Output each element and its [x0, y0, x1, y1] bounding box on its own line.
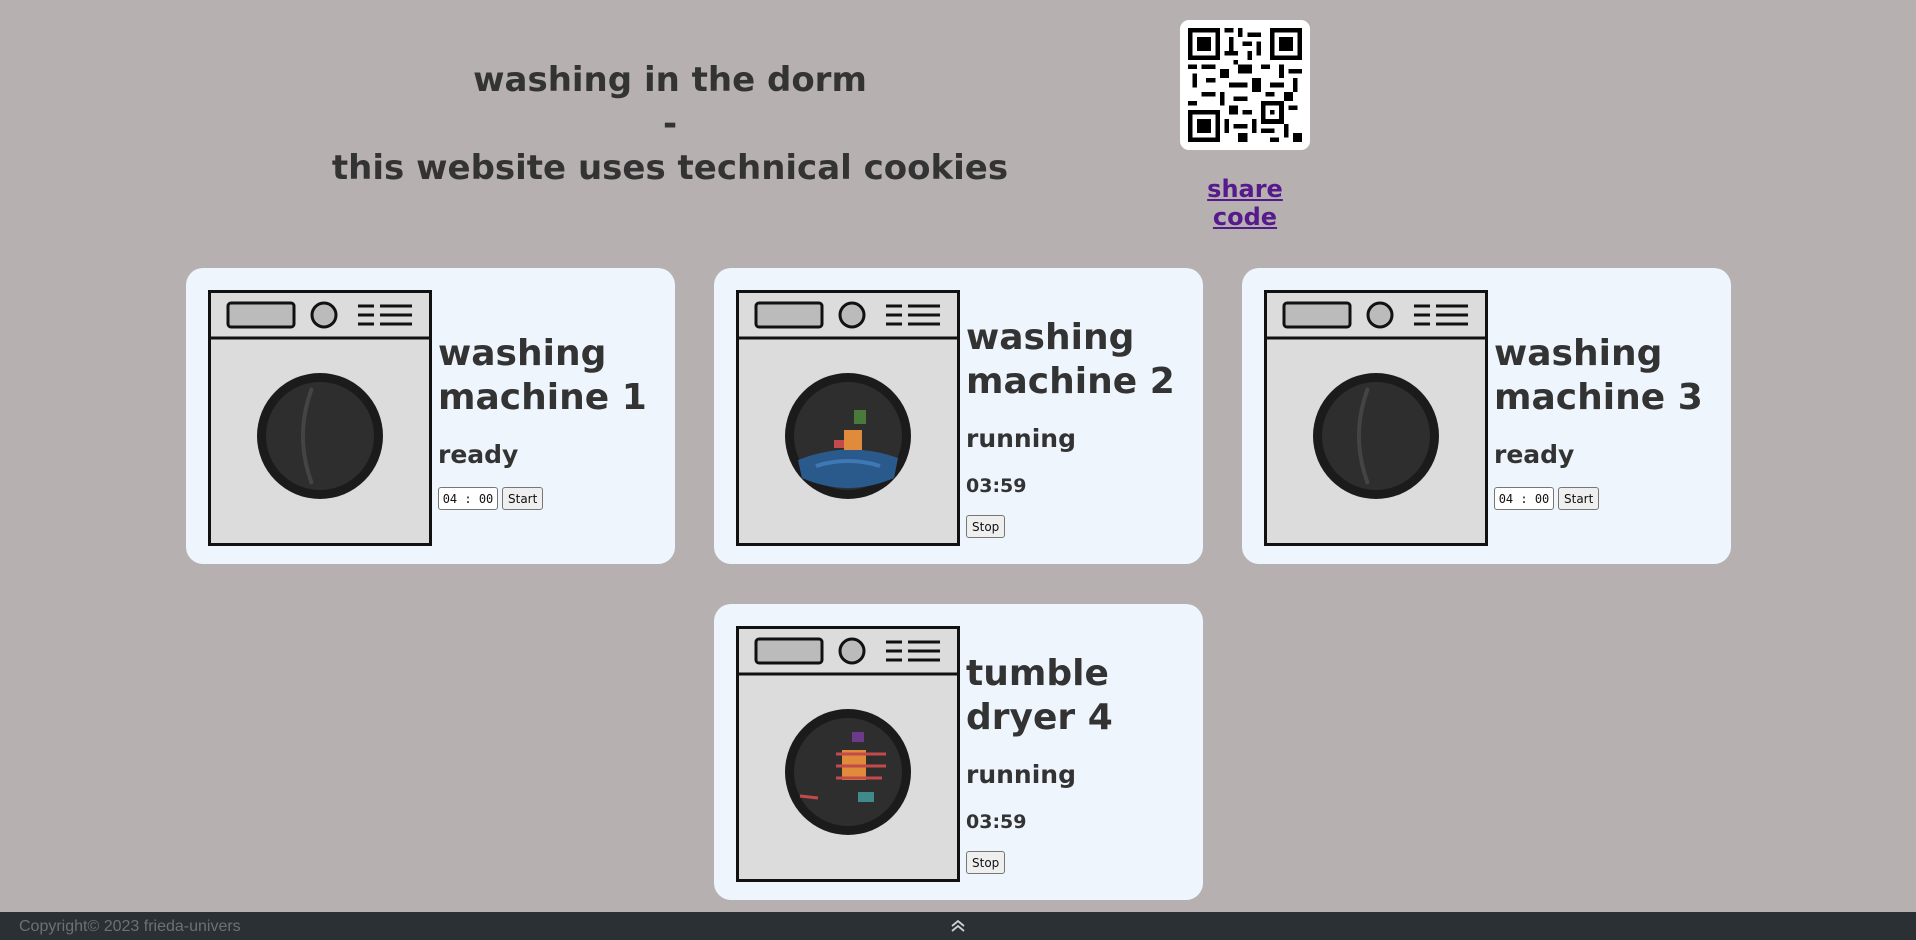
page-header: washing in the dorm - this website uses …	[320, 58, 1020, 190]
machine-card-3: washing machine 3 ready 04 : 00 Start	[1242, 268, 1731, 564]
machine-controls: Stop	[966, 515, 1191, 538]
machine-controls: 04 : 00 Start	[438, 487, 663, 510]
machine-info: tumble dryer 4 running 03:59 Stop	[966, 652, 1191, 874]
qr-code-icon	[1180, 20, 1310, 150]
remaining-time: 03:59	[966, 475, 1027, 497]
tumble-dryer-icon	[736, 626, 960, 882]
machine-info: washing machine 2 running 03:59 Stop	[966, 316, 1191, 538]
footer: Copyright© 2023 frieda-univers	[0, 912, 1916, 940]
machine-controls: 04 : 00 Start	[1494, 487, 1719, 510]
duration-input[interactable]: 04 : 00	[438, 487, 498, 510]
machine-card-4: tumble dryer 4 running 03:59 Stop	[714, 604, 1203, 900]
remaining-time: 03:59	[966, 811, 1027, 833]
machine-status: running	[966, 424, 1076, 453]
washing-machine-icon	[736, 290, 960, 546]
machine-name: washing machine 3	[1494, 333, 1703, 418]
machine-status: running	[966, 760, 1076, 789]
page-title: washing in the dorm	[473, 60, 867, 100]
stop-button[interactable]: Stop	[966, 515, 1006, 538]
start-button[interactable]: Start	[502, 487, 544, 510]
machine-status: ready	[438, 440, 519, 469]
double-chevron-up-icon[interactable]	[948, 918, 968, 934]
washing-machine-icon	[1264, 290, 1488, 546]
share-code-link[interactable]: share code	[1180, 175, 1310, 231]
stop-button[interactable]: Stop	[966, 851, 1006, 874]
machine-card-1: washing machine 1 ready 04 : 00 Start	[186, 268, 675, 564]
machine-name: tumble dryer 4	[966, 653, 1113, 738]
duration-input[interactable]: 04 : 00	[1494, 487, 1554, 510]
machine-controls: Stop	[966, 851, 1191, 874]
machine-name: washing machine 1	[438, 333, 647, 418]
machine-card-2: washing machine 2 running 03:59 Stop	[714, 268, 1203, 564]
washing-machine-icon	[208, 290, 432, 546]
copyright-text: Copyright© 2023 frieda-univers	[19, 918, 241, 935]
title-separator: -	[662, 104, 678, 144]
machine-info: washing machine 1 ready 04 : 00 Start	[438, 332, 663, 510]
machine-name: washing machine 2	[966, 317, 1175, 402]
machine-status: ready	[1494, 440, 1575, 469]
machine-info: washing machine 3 ready 04 : 00 Start	[1494, 332, 1719, 510]
start-button[interactable]: Start	[1558, 487, 1600, 510]
cookie-notice: this website uses technical cookies	[331, 148, 1009, 188]
